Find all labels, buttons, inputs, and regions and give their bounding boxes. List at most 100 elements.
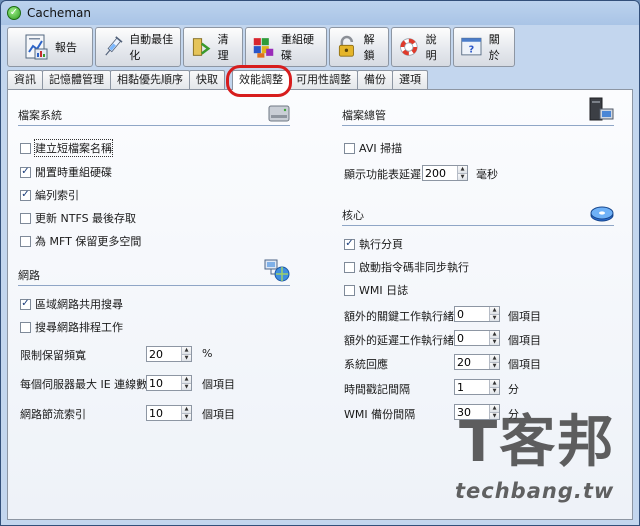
padlock-icon bbox=[338, 35, 354, 57]
system-response-row: 系統回應 bbox=[344, 356, 388, 372]
spin-down-icon[interactable]: ▼ bbox=[490, 387, 499, 394]
avi-scan-checkbox[interactable]: AVI 掃描 bbox=[344, 140, 402, 156]
system-response-spinner[interactable]: ▲▼ bbox=[454, 354, 500, 370]
checkbox-box bbox=[20, 235, 31, 247]
file-manager-title: 檔案總管 bbox=[342, 109, 386, 122]
checkbox-box bbox=[20, 321, 31, 333]
help-button[interactable]: 說明 bbox=[391, 27, 451, 67]
spin-up-icon[interactable]: ▲ bbox=[490, 307, 499, 315]
tab-memory-management[interactable]: 記憶體管理 bbox=[42, 70, 111, 89]
cleanup-button[interactable]: 清理 bbox=[183, 27, 243, 67]
spin-down-icon[interactable]: ▼ bbox=[490, 314, 499, 321]
checkbox-label: AVI 掃描 bbox=[359, 142, 403, 155]
field-label: 每個伺服器最大 IE 連線數 bbox=[20, 378, 148, 391]
spinner-input[interactable] bbox=[455, 405, 489, 419]
network-icon bbox=[264, 259, 290, 282]
spin-down-icon[interactable]: ▼ bbox=[182, 413, 191, 420]
spinner-input[interactable] bbox=[147, 376, 181, 390]
spin-down-icon[interactable]: ▼ bbox=[490, 412, 499, 419]
spinner-input[interactable] bbox=[455, 355, 489, 369]
critical-worker-threads-spinner[interactable]: ▲▼ bbox=[454, 306, 500, 322]
unit-label: 個項目 bbox=[202, 378, 235, 391]
spin-up-icon[interactable]: ▲ bbox=[490, 331, 499, 339]
lan-shared-search-checkbox[interactable]: ✓ 區域網路共用搜尋 bbox=[20, 296, 123, 312]
about-button[interactable]: ? 關於 bbox=[453, 27, 515, 67]
spin-down-icon[interactable]: ▼ bbox=[182, 383, 191, 390]
spin-up-icon[interactable]: ▲ bbox=[182, 376, 191, 384]
checkbox-label: 建立短檔案名稱 bbox=[34, 139, 113, 157]
unlock-label: 解鎖 bbox=[363, 33, 375, 62]
reserved-bandwidth-spinner[interactable]: ▲▼ bbox=[146, 346, 192, 362]
create-short-filenames-checkbox[interactable]: 建立短檔案名稱 bbox=[20, 139, 113, 157]
wmi-log-checkbox[interactable]: WMI 日誌 bbox=[344, 282, 408, 298]
spin-down-icon[interactable]: ▼ bbox=[458, 173, 467, 180]
spin-up-icon[interactable]: ▲ bbox=[458, 166, 467, 174]
delayed-worker-threads-spinner[interactable]: ▲▼ bbox=[454, 330, 500, 346]
checkbox-label: 區域網路共用搜尋 bbox=[35, 298, 123, 311]
spin-up-icon[interactable]: ▲ bbox=[182, 406, 191, 414]
hard-drive-icon bbox=[268, 105, 290, 122]
spin-down-icon[interactable]: ▼ bbox=[490, 338, 499, 345]
spinner-input[interactable] bbox=[147, 347, 181, 361]
network-scheduled-tasks-checkbox[interactable]: 搜尋網路排程工作 bbox=[20, 319, 123, 335]
field-label: WMI 備份間隔 bbox=[344, 408, 416, 421]
help-dialog-icon: ? bbox=[461, 37, 482, 56]
file-system-title: 檔案系統 bbox=[18, 109, 62, 122]
checkbox-box bbox=[344, 142, 355, 154]
menu-show-delay-row: 顯示功能表延遲 bbox=[344, 166, 421, 182]
network-throttling-spinner[interactable]: ▲▼ bbox=[146, 405, 192, 421]
unit-label: 個項目 bbox=[202, 408, 235, 421]
field-label: 限制保留頻寬 bbox=[20, 349, 86, 362]
checkbox-box: ✓ bbox=[20, 189, 31, 201]
report-label: 報告 bbox=[55, 41, 77, 54]
checkbox-box bbox=[20, 212, 31, 224]
menu-show-delay-spinner[interactable]: ▲▼ bbox=[422, 165, 468, 181]
spinner-input[interactable] bbox=[455, 380, 489, 394]
tab-performance-tuning[interactable]: 效能調整 bbox=[232, 70, 290, 90]
title-bar[interactable]: ✓ Cacheman bbox=[1, 1, 639, 25]
timestamp-interval-spinner[interactable]: ▲▼ bbox=[454, 379, 500, 395]
checkbox-label: 閒置時重組硬碟 bbox=[35, 166, 112, 179]
tab-strip: 資訊 記憶體管理 相黏優先順序 快取 效能調整 可用性調整 備份 選項 bbox=[7, 70, 428, 90]
spin-up-icon[interactable]: ▲ bbox=[490, 380, 499, 388]
tab-usability-tuning[interactable]: 可用性調整 bbox=[289, 70, 358, 89]
spinner-input[interactable] bbox=[455, 307, 489, 321]
paging-executive-checkbox[interactable]: ✓ 執行分頁 bbox=[344, 236, 403, 252]
spinner-input[interactable] bbox=[423, 166, 457, 180]
tab-backup[interactable]: 備份 bbox=[357, 70, 393, 89]
max-ie-connections-row: 每個伺服器最大 IE 連線數 bbox=[20, 376, 147, 392]
wmi-backup-interval-spinner[interactable]: ▲▼ bbox=[454, 404, 500, 420]
indexing-checkbox[interactable]: ✓ 編列索引 bbox=[20, 187, 79, 203]
kernel-disc-icon bbox=[590, 206, 614, 222]
kernel-header: 核心 bbox=[342, 206, 614, 226]
defrag-button[interactable]: 重組硬碟 bbox=[245, 27, 327, 67]
report-button[interactable]: 報告 bbox=[7, 27, 93, 67]
async-startup-scripts-checkbox[interactable]: 啟動指令碼非同步執行 bbox=[344, 259, 469, 275]
auto-optimize-button[interactable]: 自動最佳化 bbox=[95, 27, 181, 67]
max-ie-connections-spinner[interactable]: ▲▼ bbox=[146, 375, 192, 391]
network-throttling-row: 網路節流索引 bbox=[20, 406, 86, 422]
unlock-button[interactable]: 解鎖 bbox=[329, 27, 389, 67]
tab-cache[interactable]: 快取 bbox=[189, 70, 225, 89]
spin-up-icon[interactable]: ▲ bbox=[490, 355, 499, 363]
unit-label: 個項目 bbox=[508, 358, 541, 371]
defrag-when-idle-checkbox[interactable]: ✓ 閒置時重組硬碟 bbox=[20, 164, 112, 180]
checkbox-label: 執行分頁 bbox=[359, 238, 403, 251]
mft-reserve-checkbox[interactable]: 為 MFT 保留更多空間 bbox=[20, 233, 141, 249]
checkbox-box: ✓ bbox=[20, 166, 31, 178]
unit-label: 分 bbox=[508, 408, 519, 421]
syringe-icon bbox=[105, 36, 123, 56]
tab-options[interactable]: 選項 bbox=[392, 70, 428, 89]
spinner-input[interactable] bbox=[455, 331, 489, 345]
tab-info[interactable]: 資訊 bbox=[7, 70, 43, 89]
unit-label: 個項目 bbox=[508, 310, 541, 323]
spinner-input[interactable] bbox=[147, 406, 181, 420]
spin-down-icon[interactable]: ▼ bbox=[490, 362, 499, 369]
spin-up-icon[interactable]: ▲ bbox=[490, 405, 499, 413]
spin-down-icon[interactable]: ▼ bbox=[182, 354, 191, 361]
ntfs-last-access-checkbox[interactable]: 更新 NTFS 最後存取 bbox=[20, 210, 136, 226]
report-icon bbox=[25, 34, 48, 60]
checkbox-box bbox=[344, 261, 355, 273]
spin-up-icon[interactable]: ▲ bbox=[182, 347, 191, 355]
tab-affinity-priority[interactable]: 相黏優先順序 bbox=[110, 70, 190, 89]
